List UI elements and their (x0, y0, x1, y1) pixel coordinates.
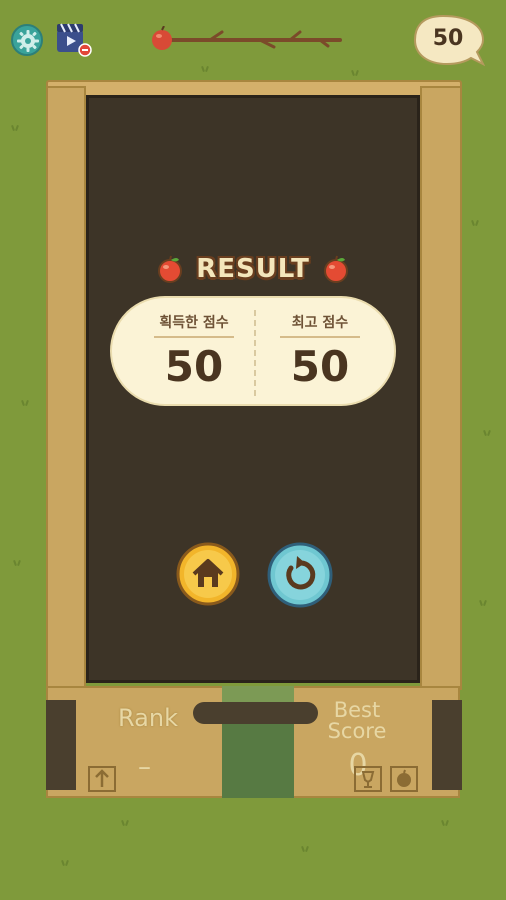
earned-score-value: 50 (164, 342, 224, 391)
grass-tuft (440, 820, 450, 826)
grass-tuft (350, 70, 360, 76)
box-flap-right (420, 86, 462, 690)
coin-score-bubble: 50 (413, 12, 485, 68)
best-score-label-line1: Best (333, 698, 381, 722)
timer-branch (150, 25, 345, 54)
rank-label: Rank (118, 704, 178, 732)
fragile-icon (354, 766, 382, 792)
video-ad-icon (57, 23, 92, 57)
grass-tuft (478, 600, 488, 606)
best-score-section: 최고 점수 50 (260, 312, 380, 391)
score-card: 획득한 점수 50 최고 점수 50 (110, 296, 396, 406)
rank-slot (193, 702, 318, 724)
best-score-value: 50 (290, 342, 350, 391)
grass-tuft (20, 400, 30, 406)
earned-score-section: 획득한 점수 50 (134, 312, 254, 391)
grass-tuft (200, 66, 210, 72)
best-score-box-label: Best Score (320, 700, 394, 742)
box-side-shadow-right (432, 700, 462, 790)
score-divider (254, 310, 256, 396)
home-button[interactable] (176, 542, 240, 606)
result-header: RESULT (0, 254, 506, 284)
score-bubble-value: 50 (432, 26, 464, 51)
retry-button[interactable] (267, 542, 333, 608)
best-score-label: 최고 점수 (280, 312, 360, 338)
apple-stamp-icon (390, 766, 418, 792)
apple-branch-icon (152, 25, 342, 50)
grass-tuft (12, 560, 22, 566)
box-flap-left (46, 86, 86, 690)
grass-tuft (10, 125, 20, 131)
this-side-up-icon (88, 766, 116, 792)
gear-icon (17, 30, 39, 52)
grass-tuft (300, 846, 310, 852)
grass-tuft (482, 430, 492, 436)
rank-value: – (138, 752, 151, 782)
earned-score-label: 획득한 점수 (154, 312, 234, 338)
home-icon (176, 542, 240, 606)
apple-icon (158, 255, 183, 283)
settings-button[interactable] (11, 24, 43, 56)
apple-icon (323, 255, 348, 283)
grass-tuft (60, 860, 70, 866)
grass-tuft (470, 220, 480, 226)
retry-icon (267, 542, 333, 608)
best-score-label-line2: Score (327, 719, 387, 743)
video-ad-button[interactable] (55, 22, 93, 58)
box-side-shadow-left (46, 700, 76, 790)
result-title: RESULT (196, 254, 310, 284)
grass-tuft (120, 820, 130, 826)
